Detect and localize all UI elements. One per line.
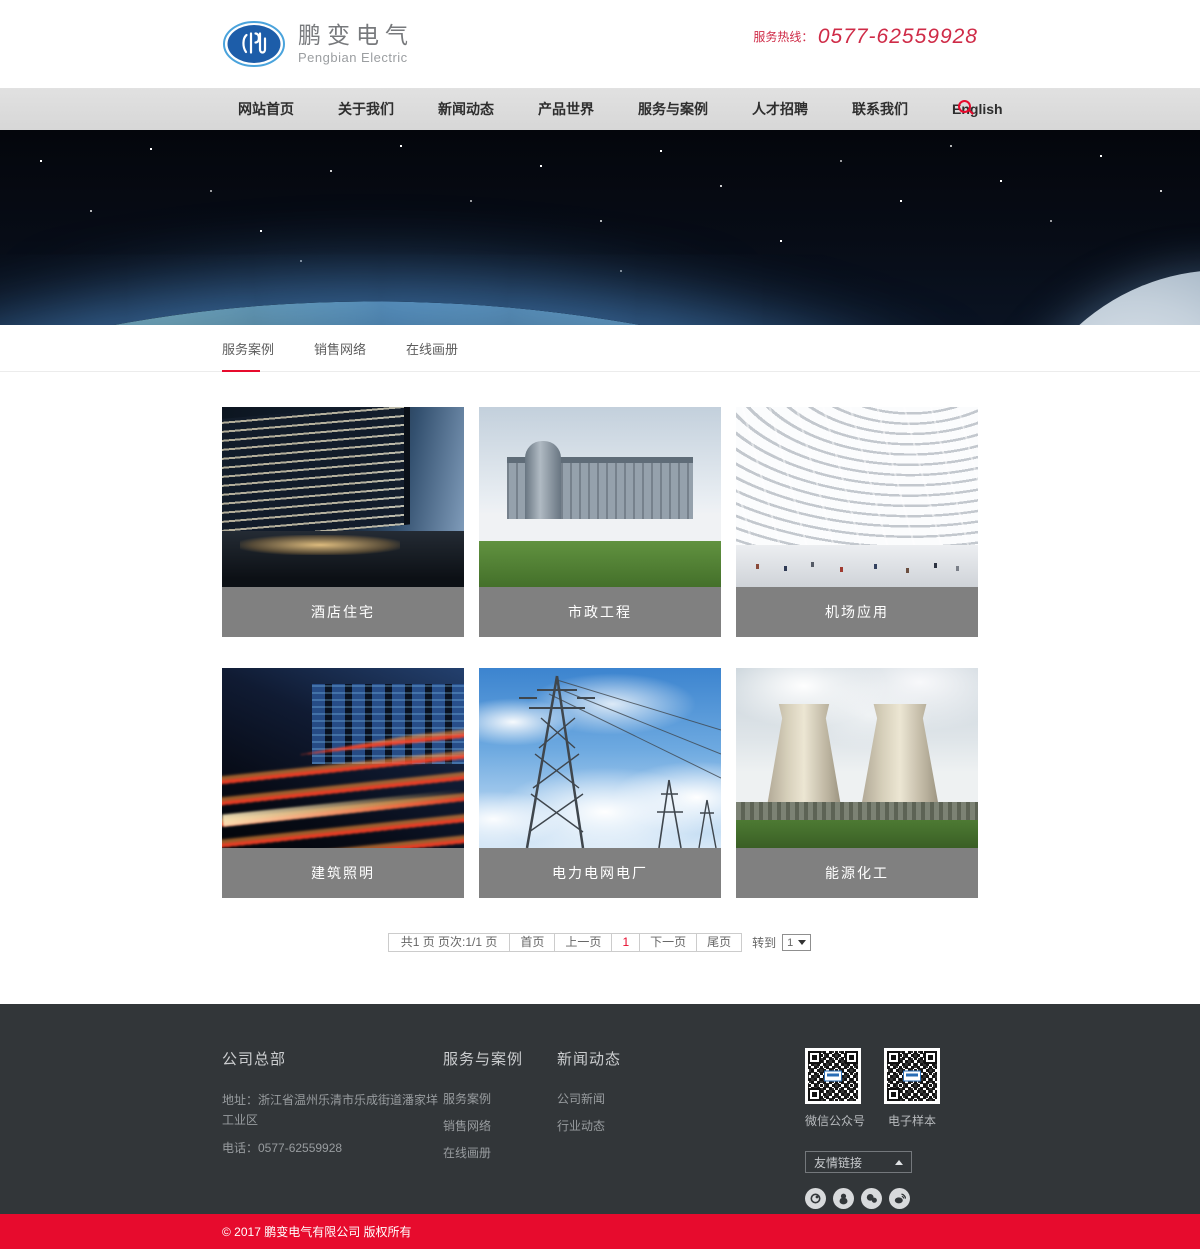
case-image-civic [479, 407, 721, 587]
wechat-qr-item: 微信公众号 [805, 1048, 865, 1129]
footer-services-title: 服务与案例 [443, 1048, 557, 1069]
case-card-civic[interactable]: 市政工程 [479, 407, 721, 637]
case-image-energy [736, 668, 978, 848]
nav-item-contact[interactable]: 联系我们 [852, 99, 908, 119]
tab-online-album[interactable]: 在线画册 [406, 325, 458, 371]
pagination-current-page: 1 [611, 933, 640, 952]
pagination-first[interactable]: 首页 [509, 933, 555, 952]
case-image-lighting [222, 668, 464, 848]
nav-item-home[interactable]: 网站首页 [238, 99, 294, 119]
service-hotline: 服务热线： 0577-62559928 [753, 25, 978, 49]
pagination-prev[interactable]: 上一页 [554, 933, 612, 952]
nav-item-services-cases[interactable]: 服务与案例 [638, 99, 708, 119]
copyright-text: © 2017 鹏变电气有限公司 版权所有 [222, 1223, 978, 1240]
case-card-energy[interactable]: 能源化工 [736, 668, 978, 898]
footer-hq-title: 公司总部 [222, 1048, 443, 1069]
nav-item-jobs[interactable]: 人才招聘 [752, 99, 808, 119]
catalog-qr-code [884, 1048, 940, 1104]
weibo-icon[interactable] [889, 1188, 910, 1209]
page: 鹏变电气 Pengbian Electric 服务热线： 0577-625599… [0, 0, 1200, 1249]
case-image-power [479, 668, 721, 848]
main-nav: 网站首页 关于我们 新闻动态 产品世界 服务与案例 人才招聘 联系我们 Engl… [0, 88, 1200, 130]
case-list: 酒店住宅 市政工程 机场应用 [222, 372, 978, 952]
site-footer: 公司总部 地址：浙江省温州乐清市乐成街道潘家垟工业区 电话：0577-62559… [0, 1004, 1200, 1214]
caret-down-icon [798, 940, 806, 945]
decor [479, 541, 721, 587]
pagination-summary: 共1 页 页次:1/1 页 [388, 933, 511, 952]
decor [525, 441, 561, 519]
pagination-last[interactable]: 尾页 [696, 933, 742, 952]
decor [222, 407, 410, 542]
case-caption: 电力电网电厂 [479, 848, 721, 898]
case-card-airport[interactable]: 机场应用 [736, 407, 978, 637]
case-card-hotel[interactable]: 酒店住宅 [222, 407, 464, 637]
case-image-hotel [222, 407, 464, 587]
case-caption: 能源化工 [736, 848, 978, 898]
pagination-next[interactable]: 下一页 [639, 933, 697, 952]
brand-name-en: Pengbian Electric [298, 50, 414, 65]
qq-icon[interactable] [833, 1188, 854, 1209]
pagination: 共1 页 页次:1/1 页 首页 上一页 1 下一页 尾页 转到 1 [222, 933, 978, 952]
brand-name-cn: 鹏变电气 [298, 23, 414, 48]
case-caption: 建筑照明 [222, 848, 464, 898]
caret-up-icon [895, 1160, 903, 1165]
case-caption: 机场应用 [736, 587, 978, 637]
footer-link-company-news[interactable]: 公司新闻 [557, 1090, 621, 1107]
sun-flare-decor [430, 278, 990, 325]
friend-links-label: 友情链接 [814, 1154, 862, 1171]
page-select[interactable]: 1 [782, 934, 811, 951]
transmission-tower-decor [479, 668, 721, 848]
goto-label: 转到 [752, 934, 776, 951]
footer-link-sales-network[interactable]: 销售网络 [443, 1117, 557, 1134]
hotline-label: 服务热线： [753, 30, 813, 44]
tab-sales-network[interactable]: 销售网络 [314, 325, 366, 371]
footer-link-online-album[interactable]: 在线画册 [443, 1144, 557, 1161]
footer-phone: 电话：0577-62559928 [222, 1138, 443, 1158]
footer-news-column: 新闻动态 公司新闻 行业动态 [557, 1048, 621, 1214]
footer-link-industry-news[interactable]: 行业动态 [557, 1117, 621, 1134]
catalog-qr-label: 电子样本 [884, 1112, 940, 1129]
footer-news-title: 新闻动态 [557, 1048, 621, 1069]
search-icon[interactable] [958, 100, 976, 118]
catalog-qr-item: 电子样本 [884, 1048, 940, 1129]
subnav: 服务案例 销售网络 在线画册 [0, 325, 1200, 372]
hero-banner: 服务案例 当前位置：首页 » 服务与案例 » 服务案例 [0, 130, 1200, 325]
footer-link-service-cases[interactable]: 服务案例 [443, 1090, 557, 1107]
footer-right-block: 微信公众号 电子样本 友情链接 [805, 1048, 978, 1214]
nav-item-news[interactable]: 新闻动态 [438, 99, 494, 119]
footer-address: 地址：浙江省温州乐清市乐成街道潘家垟工业区 [222, 1090, 443, 1131]
case-caption: 市政工程 [479, 587, 721, 637]
page-select-value: 1 [787, 937, 793, 949]
site-header: 鹏变电气 Pengbian Electric 服务热线： 0577-625599… [0, 0, 1200, 88]
decor [756, 564, 759, 569]
logo-mark-icon [222, 20, 286, 68]
footer-company-hq: 公司总部 地址：浙江省温州乐清市乐成街道潘家垟工业区 电话：0577-62559… [222, 1048, 443, 1214]
tab-service-cases[interactable]: 服务案例 [222, 325, 274, 371]
nav-item-products[interactable]: 产品世界 [538, 99, 594, 119]
stars-decor [0, 130, 2, 132]
case-caption: 酒店住宅 [222, 587, 464, 637]
moon-image [1008, 270, 1200, 325]
decor [240, 535, 400, 555]
qzone-icon[interactable] [805, 1188, 826, 1209]
decor [736, 802, 978, 822]
wechat-qr-label: 微信公众号 [805, 1112, 865, 1129]
friend-links-select[interactable]: 友情链接 [805, 1151, 912, 1173]
case-image-airport [736, 407, 978, 587]
logo[interactable]: 鹏变电气 Pengbian Electric [222, 20, 414, 68]
wechat-icon[interactable] [861, 1188, 882, 1209]
wechat-qr-code [805, 1048, 861, 1104]
case-card-lighting[interactable]: 建筑照明 [222, 668, 464, 898]
hotline-number: 0577-62559928 [818, 25, 978, 48]
social-icons-row [805, 1188, 978, 1209]
decor [736, 545, 978, 587]
nav-item-about[interactable]: 关于我们 [338, 99, 394, 119]
decor [736, 820, 978, 848]
copyright-bar: © 2017 鹏变电气有限公司 版权所有 [0, 1214, 1200, 1249]
case-card-power[interactable]: 电力电网电厂 [479, 668, 721, 898]
footer-services-column: 服务与案例 服务案例 销售网络 在线画册 [443, 1048, 557, 1214]
